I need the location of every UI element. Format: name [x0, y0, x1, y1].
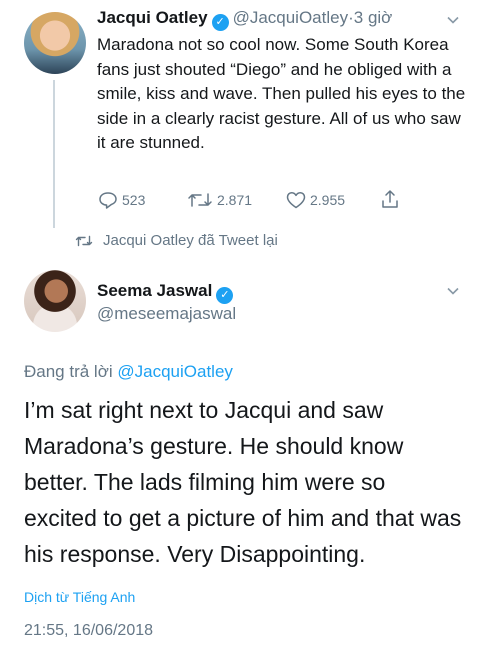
retweet-notice[interactable]: Jacqui Oatley đã Tweet lại [75, 232, 278, 249]
chevron-down-icon[interactable] [446, 284, 460, 298]
retweet-count: 2.871 [217, 192, 253, 208]
thread-connector-line [53, 80, 55, 228]
replying-mention-link[interactable]: @JacquiOatley [117, 362, 233, 381]
reply-count: 523 [122, 192, 146, 208]
tweet1-time[interactable]: 3 giờ [354, 8, 393, 27]
tweet2-handle[interactable]: @meseemajaswal [97, 304, 236, 324]
translate-tweet-link[interactable]: Dịch từ Tiếng Anh [24, 589, 135, 605]
like-count: 2.955 [310, 192, 346, 208]
like-button[interactable]: 2.955 [286, 191, 345, 209]
heart-icon [286, 191, 306, 209]
tweet1-header: Jacqui Oatley ✓ @JacquiOatley·3 giờ [97, 8, 442, 31]
tweet2-text: I’m sat right next to Jacqui and saw Mar… [24, 397, 462, 567]
tweet2-author-row: Seema Jaswal ✓ [97, 281, 237, 304]
avatar-seema-jaswal[interactable] [24, 270, 86, 332]
tweet2-timestamp[interactable]: 21:55, 16/06/2018 [24, 622, 153, 640]
tweet2-author-name[interactable]: Seema Jaswal [97, 281, 212, 300]
retweet-small-icon [75, 235, 93, 246]
tweet1-author-name[interactable]: Jacqui Oatley [97, 8, 208, 27]
verified-badge-icon: ✓ [211, 14, 229, 31]
share-button[interactable] [380, 189, 404, 209]
reply-icon [99, 192, 117, 209]
tweet1-handle[interactable]: @JacquiOatley [233, 8, 349, 27]
chevron-down-icon[interactable] [446, 13, 460, 27]
retweet-icon [188, 193, 212, 207]
tweet1-text: Maradona not so cool now. Some South Kor… [97, 35, 466, 152]
share-icon [382, 190, 398, 208]
retweet-button[interactable]: 2.871 [187, 191, 252, 209]
avatar-jacqui-oatley[interactable] [24, 12, 86, 74]
verified-badge-icon: ✓ [216, 287, 234, 304]
reply-button[interactable]: 523 [98, 191, 145, 209]
retweet-notice-text: Jacqui Oatley đã Tweet lại [103, 232, 278, 249]
replying-prefix: Đang trả lời [24, 362, 113, 381]
replying-to: Đang trả lời @JacquiOatley [24, 362, 233, 382]
